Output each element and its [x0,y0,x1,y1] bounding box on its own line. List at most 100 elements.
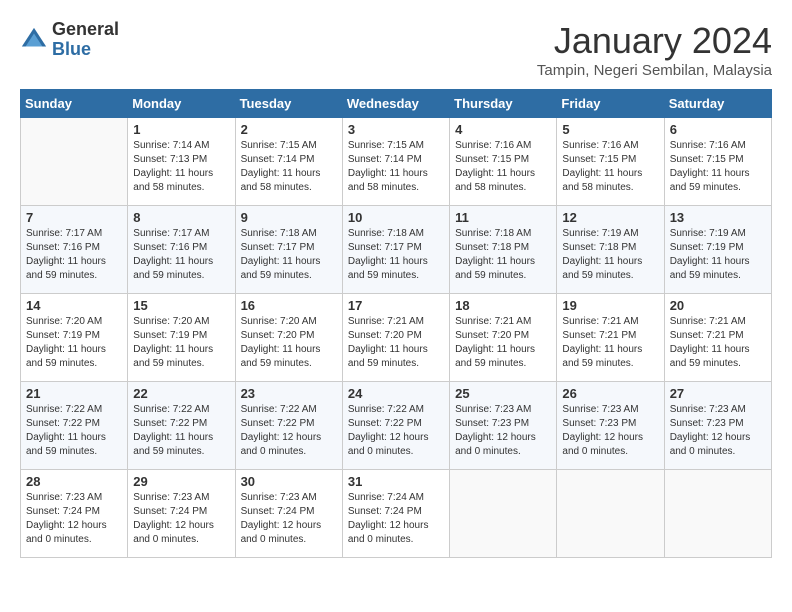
calendar-cell: 15 Sunrise: 7:20 AMSunset: 7:19 PMDaylig… [128,294,235,382]
day-info: Sunrise: 7:24 AMSunset: 7:24 PMDaylight:… [348,491,444,547]
day-number: 12 [562,210,658,225]
calendar-week-1: 1 Sunrise: 7:14 AMSunset: 7:13 PMDayligh… [21,118,772,206]
day-number: 17 [348,298,444,313]
calendar-cell: 29 Sunrise: 7:23 AMSunset: 7:24 PMDaylig… [128,470,235,558]
day-number: 31 [348,474,444,489]
calendar-cell [664,470,771,558]
day-info: Sunrise: 7:23 AMSunset: 7:24 PMDaylight:… [26,491,122,547]
day-number: 19 [562,298,658,313]
calendar-cell: 13 Sunrise: 7:19 AMSunset: 7:19 PMDaylig… [664,206,771,294]
day-info: Sunrise: 7:23 AMSunset: 7:24 PMDaylight:… [133,491,229,547]
day-number: 5 [562,122,658,137]
day-number: 24 [348,386,444,401]
day-number: 18 [455,298,551,313]
day-number: 6 [670,122,766,137]
logo-text: General Blue [52,20,119,60]
calendar-cell: 27 Sunrise: 7:23 AMSunset: 7:23 PMDaylig… [664,382,771,470]
calendar-cell: 12 Sunrise: 7:19 AMSunset: 7:18 PMDaylig… [557,206,664,294]
weekday-header-row: SundayMondayTuesdayWednesdayThursdayFrid… [21,90,772,118]
day-info: Sunrise: 7:20 AMSunset: 7:19 PMDaylight:… [26,315,122,371]
month-title: January 2024 [537,20,772,62]
calendar-cell: 7 Sunrise: 7:17 AMSunset: 7:16 PMDayligh… [21,206,128,294]
day-info: Sunrise: 7:18 AMSunset: 7:18 PMDaylight:… [455,227,551,283]
calendar-cell: 5 Sunrise: 7:16 AMSunset: 7:15 PMDayligh… [557,118,664,206]
calendar-cell: 18 Sunrise: 7:21 AMSunset: 7:20 PMDaylig… [450,294,557,382]
calendar-cell: 14 Sunrise: 7:20 AMSunset: 7:19 PMDaylig… [21,294,128,382]
calendar-cell: 26 Sunrise: 7:23 AMSunset: 7:23 PMDaylig… [557,382,664,470]
logo-blue: Blue [52,40,119,60]
day-info: Sunrise: 7:15 AMSunset: 7:14 PMDaylight:… [348,139,444,195]
calendar-week-2: 7 Sunrise: 7:17 AMSunset: 7:16 PMDayligh… [21,206,772,294]
calendar-week-4: 21 Sunrise: 7:22 AMSunset: 7:22 PMDaylig… [21,382,772,470]
location: Tampin, Negeri Sembilan, Malaysia [537,62,772,79]
logo-general: General [52,20,119,40]
day-info: Sunrise: 7:21 AMSunset: 7:21 PMDaylight:… [670,315,766,371]
calendar-cell: 9 Sunrise: 7:18 AMSunset: 7:17 PMDayligh… [235,206,342,294]
weekday-header-tuesday: Tuesday [235,90,342,118]
day-info: Sunrise: 7:21 AMSunset: 7:20 PMDaylight:… [348,315,444,371]
calendar-cell: 6 Sunrise: 7:16 AMSunset: 7:15 PMDayligh… [664,118,771,206]
calendar-cell: 21 Sunrise: 7:22 AMSunset: 7:22 PMDaylig… [21,382,128,470]
title-block: January 2024 Tampin, Negeri Sembilan, Ma… [537,20,772,79]
day-info: Sunrise: 7:19 AMSunset: 7:18 PMDaylight:… [562,227,658,283]
day-info: Sunrise: 7:17 AMSunset: 7:16 PMDaylight:… [133,227,229,283]
day-info: Sunrise: 7:23 AMSunset: 7:24 PMDaylight:… [241,491,337,547]
weekday-header-monday: Monday [128,90,235,118]
calendar-cell: 23 Sunrise: 7:22 AMSunset: 7:22 PMDaylig… [235,382,342,470]
day-number: 22 [133,386,229,401]
calendar-cell: 31 Sunrise: 7:24 AMSunset: 7:24 PMDaylig… [342,470,449,558]
day-info: Sunrise: 7:20 AMSunset: 7:20 PMDaylight:… [241,315,337,371]
weekday-header-thursday: Thursday [450,90,557,118]
day-info: Sunrise: 7:19 AMSunset: 7:19 PMDaylight:… [670,227,766,283]
calendar-cell [21,118,128,206]
calendar-cell: 11 Sunrise: 7:18 AMSunset: 7:18 PMDaylig… [450,206,557,294]
day-number: 27 [670,386,766,401]
day-info: Sunrise: 7:16 AMSunset: 7:15 PMDaylight:… [455,139,551,195]
day-number: 10 [348,210,444,225]
day-info: Sunrise: 7:22 AMSunset: 7:22 PMDaylight:… [348,403,444,459]
day-number: 21 [26,386,122,401]
day-info: Sunrise: 7:23 AMSunset: 7:23 PMDaylight:… [670,403,766,459]
day-info: Sunrise: 7:22 AMSunset: 7:22 PMDaylight:… [241,403,337,459]
day-number: 23 [241,386,337,401]
calendar-cell: 10 Sunrise: 7:18 AMSunset: 7:17 PMDaylig… [342,206,449,294]
calendar-cell: 30 Sunrise: 7:23 AMSunset: 7:24 PMDaylig… [235,470,342,558]
day-number: 28 [26,474,122,489]
day-info: Sunrise: 7:15 AMSunset: 7:14 PMDaylight:… [241,139,337,195]
day-info: Sunrise: 7:16 AMSunset: 7:15 PMDaylight:… [670,139,766,195]
logo: General Blue [20,20,119,60]
day-number: 4 [455,122,551,137]
day-info: Sunrise: 7:21 AMSunset: 7:20 PMDaylight:… [455,315,551,371]
calendar-cell: 2 Sunrise: 7:15 AMSunset: 7:14 PMDayligh… [235,118,342,206]
page-header: General Blue January 2024 Tampin, Negeri… [20,20,772,79]
day-info: Sunrise: 7:23 AMSunset: 7:23 PMDaylight:… [562,403,658,459]
weekday-header-wednesday: Wednesday [342,90,449,118]
day-number: 1 [133,122,229,137]
calendar-cell: 22 Sunrise: 7:22 AMSunset: 7:22 PMDaylig… [128,382,235,470]
day-info: Sunrise: 7:20 AMSunset: 7:19 PMDaylight:… [133,315,229,371]
day-number: 3 [348,122,444,137]
day-number: 16 [241,298,337,313]
calendar-week-5: 28 Sunrise: 7:23 AMSunset: 7:24 PMDaylig… [21,470,772,558]
calendar-cell: 28 Sunrise: 7:23 AMSunset: 7:24 PMDaylig… [21,470,128,558]
day-info: Sunrise: 7:23 AMSunset: 7:23 PMDaylight:… [455,403,551,459]
day-number: 7 [26,210,122,225]
calendar-cell: 8 Sunrise: 7:17 AMSunset: 7:16 PMDayligh… [128,206,235,294]
calendar-cell: 17 Sunrise: 7:21 AMSunset: 7:20 PMDaylig… [342,294,449,382]
logo-icon [20,26,48,54]
day-number: 30 [241,474,337,489]
calendar-week-3: 14 Sunrise: 7:20 AMSunset: 7:19 PMDaylig… [21,294,772,382]
day-number: 8 [133,210,229,225]
day-number: 25 [455,386,551,401]
day-number: 13 [670,210,766,225]
calendar-cell: 4 Sunrise: 7:16 AMSunset: 7:15 PMDayligh… [450,118,557,206]
calendar-cell: 1 Sunrise: 7:14 AMSunset: 7:13 PMDayligh… [128,118,235,206]
day-info: Sunrise: 7:17 AMSunset: 7:16 PMDaylight:… [26,227,122,283]
day-number: 11 [455,210,551,225]
day-info: Sunrise: 7:14 AMSunset: 7:13 PMDaylight:… [133,139,229,195]
calendar-cell [450,470,557,558]
day-info: Sunrise: 7:18 AMSunset: 7:17 PMDaylight:… [348,227,444,283]
weekday-header-friday: Friday [557,90,664,118]
day-number: 20 [670,298,766,313]
day-number: 2 [241,122,337,137]
